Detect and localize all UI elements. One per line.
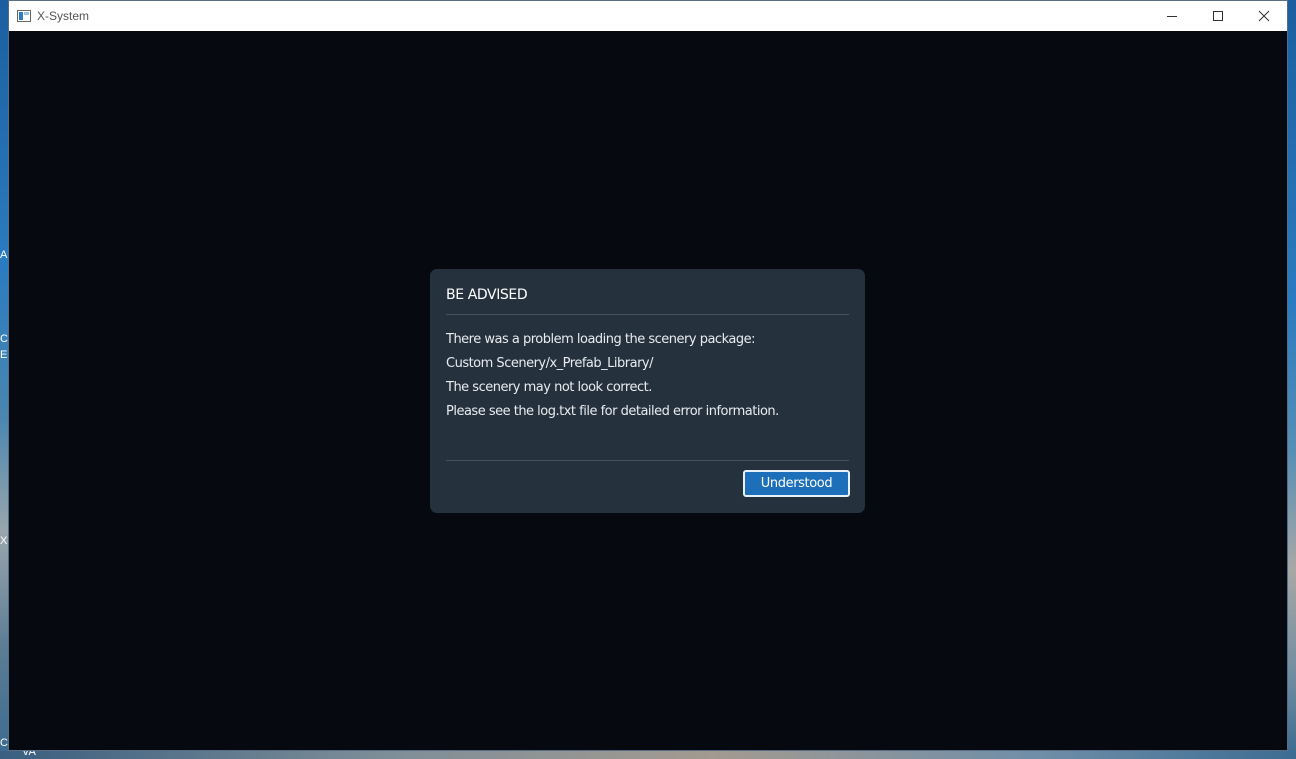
close-icon: [1258, 10, 1270, 22]
desktop-icon-label-peek: A: [0, 249, 8, 261]
desktop-background-left: [0, 0, 8, 759]
dialog-divider: [446, 460, 849, 461]
dialog-message-line: The scenery may not look correct.: [446, 380, 652, 395]
desktop-background-right: [1288, 0, 1296, 759]
desktop-icon-label-peek: E: [0, 349, 8, 361]
minimize-button[interactable]: [1149, 1, 1195, 31]
window-title: X-System: [37, 9, 90, 23]
close-button[interactable]: [1241, 1, 1287, 31]
dialog-message-line: There was a problem loading the scenery …: [446, 332, 755, 347]
maximize-button[interactable]: [1195, 1, 1241, 31]
window-titlebar[interactable]: X-System: [9, 1, 1287, 31]
maximize-icon: [1213, 11, 1223, 21]
minimize-icon: [1167, 16, 1177, 17]
advisory-dialog: BE ADVISED There was a problem loading t…: [430, 269, 865, 513]
desktop-icon-label-peek: C: [0, 333, 8, 345]
desktop-icon-label-peek: X: [0, 535, 8, 547]
app-icon: [17, 9, 31, 22]
dialog-divider: [446, 314, 849, 315]
dialog-message-line: Custom Scenery/x_Prefab_Library/: [446, 356, 653, 371]
understood-button[interactable]: Understood: [743, 470, 850, 497]
dialog-message-line: Please see the log.txt file for detailed…: [446, 404, 779, 419]
app-window: X-System BE ADVISED There was a problem …: [8, 0, 1288, 751]
simulator-viewport: BE ADVISED There was a problem loading t…: [9, 31, 1287, 750]
desktop-icon-label-peek: C: [0, 737, 8, 749]
dialog-title: BE ADVISED: [446, 287, 528, 303]
desktop-background-bottom: [0, 751, 1296, 759]
